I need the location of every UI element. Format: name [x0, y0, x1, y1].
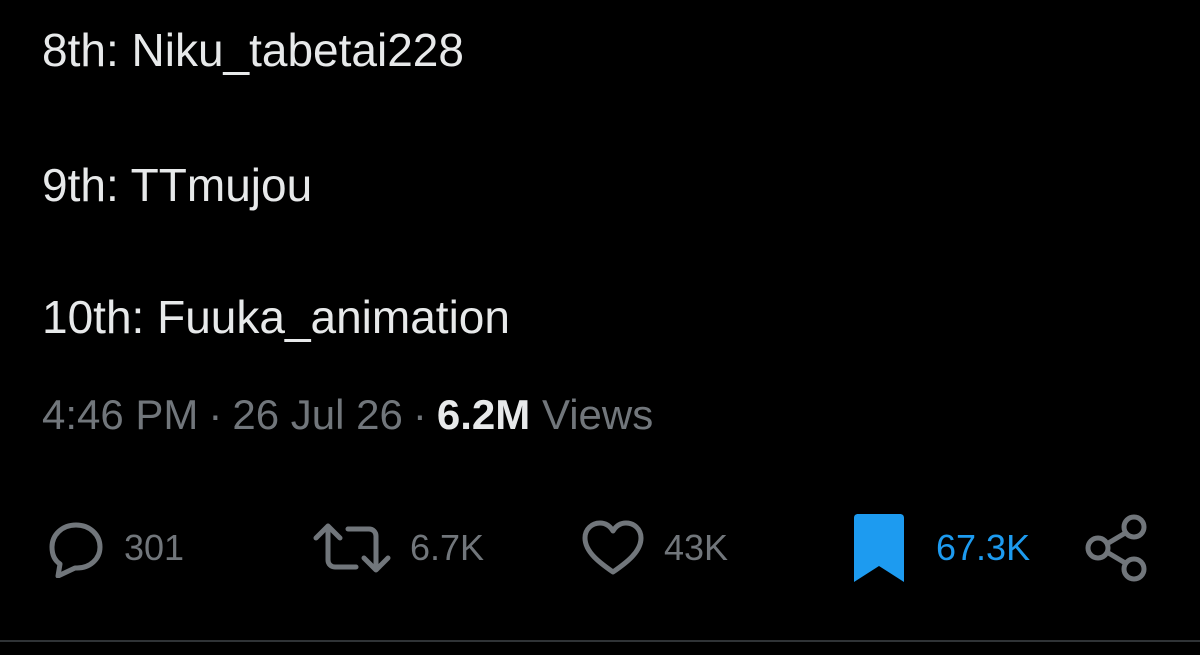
like-button[interactable]: 43K — [580, 505, 728, 590]
repost-icon — [312, 518, 392, 578]
tweet-time[interactable]: 4:46 PM — [42, 391, 198, 438]
heart-icon — [580, 518, 646, 578]
meta-separator: · — [412, 391, 427, 438]
repost-button[interactable]: 6.7K — [312, 505, 484, 590]
tweet-metadata: 4:46 PM · 26 Jul 26 · 6.2M Views — [42, 394, 653, 436]
reply-button[interactable]: 301 — [46, 505, 184, 590]
tweet-detail: 8th: Niku_tabetai228 9th: TTmujou 10th: … — [0, 0, 1200, 655]
tweet-date[interactable]: 26 Jul 26 — [232, 391, 402, 438]
bookmark-button[interactable]: 67.3K — [850, 505, 1030, 590]
bookmark-count: 67.3K — [936, 526, 1031, 568]
repost-count: 6.7K — [410, 526, 485, 568]
views-count: 6.2M — [436, 391, 531, 438]
share-icon — [1082, 513, 1152, 583]
reply-icon — [46, 518, 106, 578]
reply-count: 301 — [124, 526, 185, 568]
meta-separator: · — [208, 391, 223, 438]
share-button[interactable] — [1082, 505, 1152, 590]
divider — [0, 640, 1200, 642]
tweet-text-line: 10th: Fuuka_animation — [42, 291, 510, 343]
tweet-text-line: 8th: Niku_tabetai228 — [42, 24, 464, 76]
bookmark-icon — [850, 512, 908, 584]
views-label: Views — [541, 391, 654, 438]
like-count: 43K — [664, 526, 729, 568]
tweet-text-line: 9th: TTmujou — [42, 159, 313, 211]
tweet-actions-bar: 301 6.7K 43K 67.3K — [0, 505, 1200, 590]
